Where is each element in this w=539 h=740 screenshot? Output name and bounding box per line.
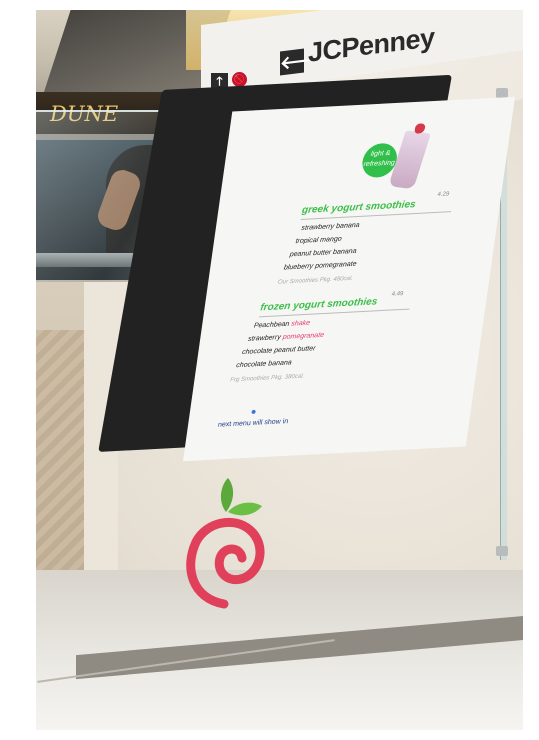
panel-bolt [496,546,508,556]
menu-item: blueberry pomegranate [283,260,357,272]
nutrition-note: Our Smoothies Pkg. 480cal. [277,275,354,286]
menu-item: chocolate peanut butter [241,345,316,357]
logo-leaf-left [220,478,234,512]
logo-swirl [186,517,265,609]
logo-leaf-right [228,502,262,516]
menu-item: tropical mango [295,235,343,246]
menu-item: strawberry pomegranate [247,331,325,343]
menu-item: strawberry banana [300,221,361,232]
kiosk-wood-panel [36,330,84,570]
mall-kiosk-photo: 🡐 JCPenney 🡑 🚫 DUNE light & refreshing g… [36,10,523,730]
menu-footer: next menu will show in [217,418,289,429]
menu-item: peanut butter banana [289,247,357,259]
menu-item: Peachbean shake [253,319,311,330]
left-arrow-icon: 🡐 [280,48,328,76]
menu-item: chocolate banana [235,359,293,370]
section-price: 4.29 [437,191,450,199]
page-indicator-icon [251,409,256,415]
nutrition-note: Frg Smoothies Pkg. 380cal. [229,373,305,384]
section-price: 4.49 [391,291,404,298]
swirl-logo-icon [186,478,265,609]
digital-menu-screen[interactable]: light & refreshing greek yogurt smoothie… [182,96,516,462]
